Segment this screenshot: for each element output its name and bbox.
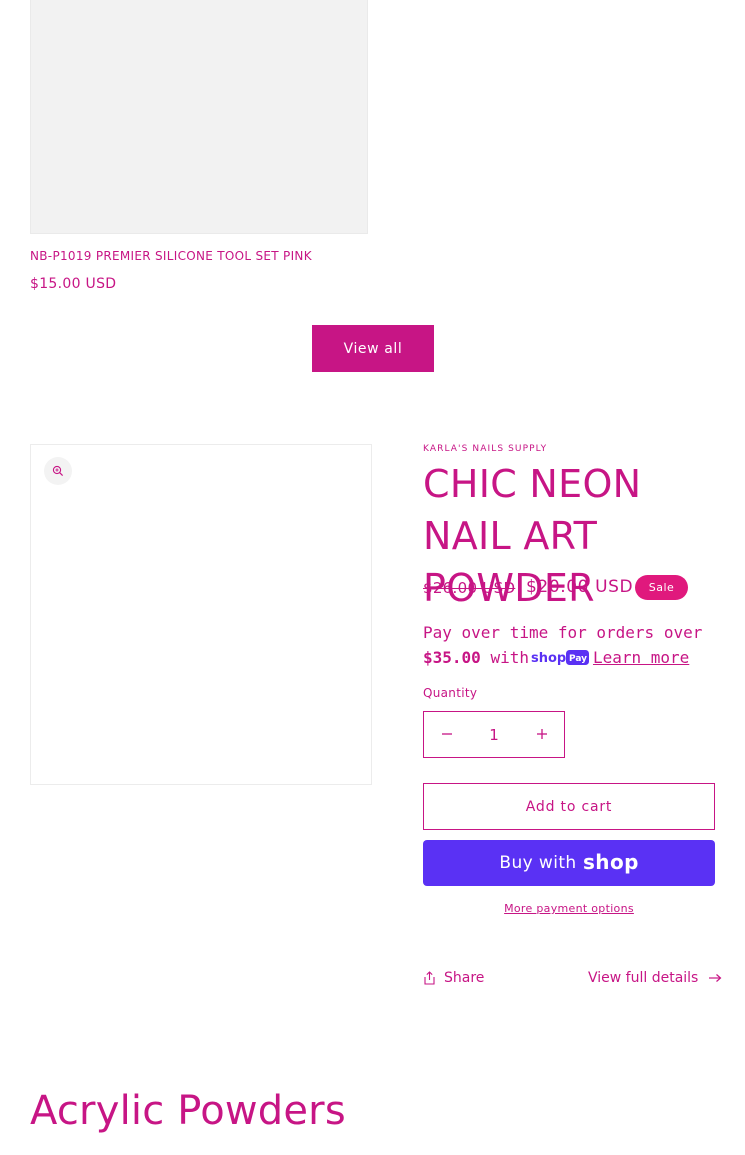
product-card-price: $15.00 USD [30, 276, 117, 292]
view-all-button[interactable]: View all [312, 325, 434, 372]
shop-logo: shop [583, 852, 639, 874]
share-label: Share [444, 970, 485, 986]
decrease-quantity-button[interactable] [424, 712, 469, 757]
shop-pay-logo: shop Pay [531, 650, 589, 666]
quantity-input[interactable] [472, 724, 516, 745]
svg-text:shop: shop [583, 852, 639, 874]
plus-icon [536, 729, 547, 739]
regular-price: $26.00 USD [423, 579, 516, 597]
view-full-details-link[interactable]: View full details [588, 970, 722, 986]
product-card-title[interactable]: NB-P1019 PREMIER SILICONE TOOL SET PINK [30, 249, 312, 263]
more-payment-options: More payment options [423, 902, 715, 915]
buy-with-shop-button[interactable]: Buy with shop [423, 840, 715, 886]
minus-icon [441, 733, 452, 735]
product-card-image[interactable] [30, 0, 368, 234]
product-media[interactable] [30, 444, 372, 785]
buy-with-label: Buy with [499, 853, 577, 873]
installments-amount: $35.00 [423, 648, 481, 667]
collection-heading: Acrylic Powders [30, 1088, 346, 1134]
installments-prefix: Pay over time for orders over [423, 623, 703, 642]
zoom-icon [52, 465, 64, 477]
view-full-details-label: View full details [588, 970, 699, 986]
sale-price: $20.00 USD [526, 577, 634, 597]
increase-quantity-button[interactable] [519, 712, 564, 757]
add-to-cart-button[interactable]: Add to cart [423, 783, 715, 830]
share-icon [424, 971, 435, 985]
product-vendor: KARLA'S NAILS SUPPLY [423, 444, 548, 454]
share-button[interactable]: Share [423, 970, 484, 986]
more-payment-options-link[interactable]: More payment options [504, 902, 634, 915]
sale-badge: Sale [635, 575, 688, 600]
arrow-right-icon [709, 974, 722, 982]
svg-text:Pay: Pay [569, 654, 587, 664]
quantity-stepper [423, 711, 565, 758]
installments-message: Pay over time for orders over $35.00 wit… [423, 620, 723, 670]
installments-with: with [490, 648, 529, 667]
svg-text:shop: shop [531, 651, 566, 666]
learn-more-link[interactable]: Learn more [593, 648, 689, 667]
zoom-button[interactable] [44, 457, 72, 485]
quantity-label: Quantity [423, 686, 478, 700]
